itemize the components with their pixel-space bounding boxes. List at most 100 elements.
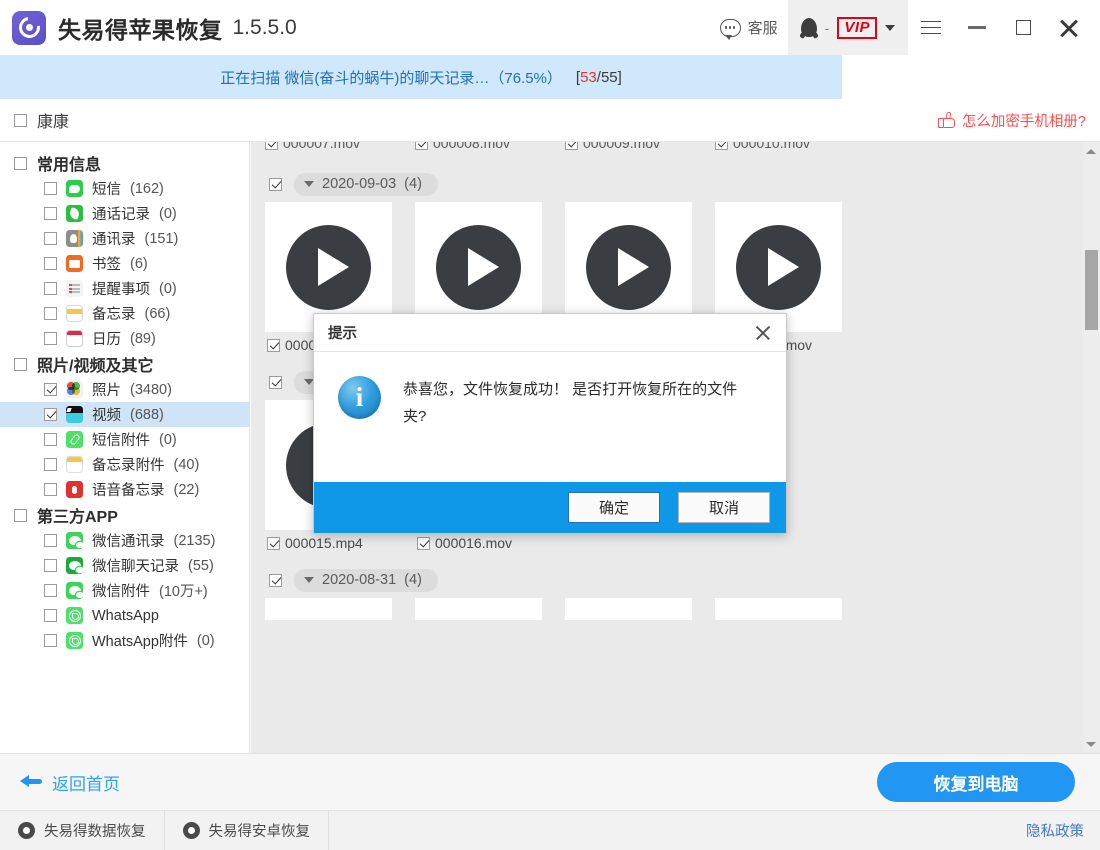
sidebar-item-voice-memos[interactable]: 语音备忘录 (22) [0,477,249,502]
date-group-pill[interactable]: 2020-08-31 (4) [294,568,438,592]
date-group-header[interactable]: 2020-08-31 (4) [251,562,1082,598]
sidebar-item-whatsapp[interactable]: WhatsApp [0,603,249,628]
sidebar-item-videos-checkbox[interactable] [44,408,57,421]
sidebar-item-wechat-contacts-checkbox[interactable] [44,534,57,547]
sidebar-item-videos[interactable]: 视频 (688) [0,402,249,427]
file-checkbox[interactable] [715,142,728,150]
sidebar-item-bookmarks[interactable]: 书签 (6) [0,251,249,276]
sidebar-item-reminders[interactable]: 提醒事项 (0) [0,276,249,301]
sidebar-item-whatsapp-checkbox[interactable] [44,609,57,622]
file-cell[interactable] [265,598,415,620]
maximize-button[interactable] [1000,0,1046,55]
close-button[interactable] [1046,0,1092,55]
date-group-checkbox[interactable] [269,375,282,389]
file-checkbox[interactable] [267,536,280,550]
bookmark-icon [66,255,83,272]
file-name: 000008.mov [433,142,511,151]
sidebar-item-contacts[interactable]: 通讯录 (151) [0,226,249,251]
privacy-policy-link[interactable]: 隐私政策 [1026,820,1084,841]
file-checkbox[interactable] [267,338,280,352]
video-thumbnail[interactable] [415,598,542,620]
sidebar-group-common-checkbox[interactable] [14,156,27,170]
sidebar-item-sms-attachments-count: (0) [159,431,177,448]
file-name: 000015.mp4 [285,535,363,551]
chevron-down-icon[interactable] [885,24,895,31]
sidebar-item-note-attachments[interactable]: 备忘录附件 (40) [0,452,249,477]
vip-badge[interactable]: VIP [837,16,877,39]
sidebar-item-sms-attachments[interactable]: 短信附件 (0) [0,427,249,452]
sidebar-item-sms-checkbox[interactable] [44,182,57,195]
wechat-attachment-icon [66,582,83,599]
category-sidebar[interactable]: 常用信息 短信 (162) 通话记录 (0) 通讯录 (151) 书签 (6) [0,142,250,753]
scrollbar-thumb[interactable] [1085,250,1098,330]
sidebar-item-voice-memos-checkbox[interactable] [44,483,57,496]
dialog-cancel-button[interactable]: 取消 [678,492,770,523]
sidebar-group-media-checkbox[interactable] [14,357,27,371]
back-to-home-button[interactable]: 返回首页 [20,770,120,795]
video-thumbnail[interactable] [715,598,842,620]
whatsapp-icon [66,607,83,624]
file-checkbox[interactable] [565,142,578,150]
sidebar-item-call-log[interactable]: 通话记录 (0) [0,201,249,226]
sidebar-item-calendar-checkbox[interactable] [44,332,57,345]
chevron-down-icon[interactable] [304,180,314,187]
minimize-button[interactable] [954,0,1000,55]
sidebar-item-notes-checkbox[interactable] [44,307,57,320]
sidebar-item-wechat-attachments[interactable]: 微信附件 (10万+) [0,578,249,603]
recover-to-computer-button[interactable]: 恢复到电脑 [877,762,1075,802]
date-group-checkbox[interactable] [269,573,282,587]
sidebar-item-note-attachments-checkbox[interactable] [44,458,57,471]
sidebar-item-call-log-checkbox[interactable] [44,207,57,220]
sidebar-group-media[interactable]: 照片/视频及其它 [0,351,249,377]
file-checkbox[interactable] [415,142,428,150]
date-group-count: (4) [404,175,422,192]
sidebar-item-photos-checkbox[interactable] [44,383,57,396]
scroll-up-button[interactable] [1082,142,1100,160]
dialog-ok-button[interactable]: 确定 [568,492,660,523]
file-cell[interactable] [715,598,865,620]
hamburger-menu-button[interactable] [908,0,954,55]
device-checkbox[interactable] [14,113,27,127]
sidebar-item-wechat-chats[interactable]: 微信聊天记录 (55) [0,553,249,578]
dialog-close-button[interactable] [754,324,772,342]
sidebar-item-wechat-attachments-checkbox[interactable] [44,584,57,597]
sidebar-group-thirdparty[interactable]: 第三方APP [0,502,249,528]
sidebar-item-whatsapp-attachments[interactable]: WhatsApp附件 (0) [0,628,249,653]
sidebar-item-photos[interactable]: 照片 (3480) [0,377,249,402]
video-icon [66,406,83,423]
file-cell[interactable] [565,598,715,620]
chevron-down-icon[interactable] [304,576,314,583]
file-cell[interactable] [415,598,565,620]
product-link-android-recovery[interactable]: 失易得安卓恢复 [165,810,329,850]
product-link-data-recovery-label: 失易得数据恢复 [44,824,146,840]
sidebar-item-wechat-chats-checkbox[interactable] [44,559,57,572]
date-group-header[interactable]: 2020-09-03 (4) [251,166,1082,202]
file-checkbox[interactable] [265,142,278,150]
sidebar-group-common[interactable]: 常用信息 [0,150,249,176]
how-to-encrypt-album-link[interactable]: 怎么加密手机相册? [937,110,1086,131]
sidebar-item-calendar[interactable]: 9 日历 (89) [0,326,249,351]
date-group-count: (4) [404,571,422,588]
sidebar-item-wechat-contacts[interactable]: 微信通讯录 (2135) [0,528,249,553]
account-vip-group[interactable]: - VIP [787,0,908,55]
scroll-down-button[interactable] [1082,735,1100,753]
dialog-title: 提示 [328,326,357,342]
sidebar-item-bookmarks-checkbox[interactable] [44,257,57,270]
video-thumbnail[interactable] [265,598,392,620]
customer-support-button[interactable]: 客服 [710,0,788,55]
sidebar-item-sms[interactable]: 短信 (162) [0,176,249,201]
date-group-checkbox[interactable] [269,177,282,191]
date-group-pill[interactable]: 2020-09-03 (4) [294,172,438,196]
sidebar-group-thirdparty-checkbox[interactable] [14,508,27,522]
vertical-scrollbar[interactable] [1082,142,1100,753]
video-thumbnail[interactable] [565,598,692,620]
product-link-data-recovery[interactable]: 失易得数据恢复 [0,810,165,850]
sidebar-item-notes[interactable]: 备忘录 (66) [0,301,249,326]
sidebar-item-note-attachments-label: 备忘录附件 [92,458,165,474]
sidebar-item-whatsapp-attachments-checkbox[interactable] [44,634,57,647]
sidebar-item-reminders-checkbox[interactable] [44,282,57,295]
file-checkbox[interactable] [417,536,430,550]
sidebar-item-sms-attachments-checkbox[interactable] [44,433,57,446]
sidebar-item-contacts-checkbox[interactable] [44,232,57,245]
product-logo-icon [182,822,200,839]
